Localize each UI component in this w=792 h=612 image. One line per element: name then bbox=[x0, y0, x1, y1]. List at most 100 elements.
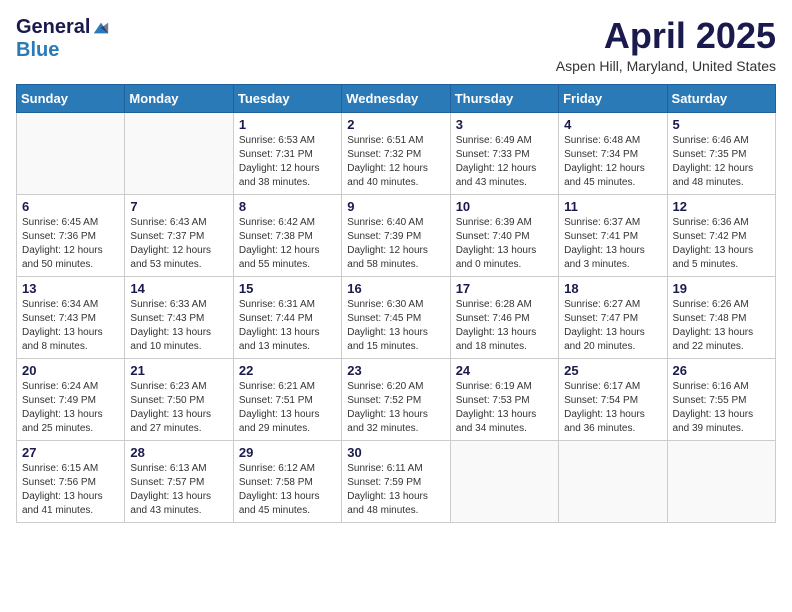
day-number: 9 bbox=[347, 199, 444, 214]
table-row: 7 Sunrise: 6:43 AM Sunset: 7:37 PM Daylig… bbox=[125, 194, 233, 276]
page-header: General Blue April 2025 Aspen Hill, Mary… bbox=[16, 16, 776, 74]
day-info: Sunrise: 6:45 AM Sunset: 7:36 PM Dayligh… bbox=[22, 216, 119, 272]
day-number: 26 bbox=[673, 363, 770, 378]
calendar-header-row: Sunday Monday Tuesday Wednesday Thursday… bbox=[17, 84, 776, 112]
header-tuesday: Tuesday bbox=[233, 84, 341, 112]
day-number: 30 bbox=[347, 445, 444, 460]
table-row: 27Sunrise: 6:15 AM Sunset: 7:56 PM Dayli… bbox=[17, 440, 125, 522]
table-row: 3 Sunrise: 6:49 AM Sunset: 7:33 PM Daylig… bbox=[450, 112, 558, 194]
day-number: 10 bbox=[456, 199, 553, 214]
day-number: 11 bbox=[564, 199, 661, 214]
day-info: Sunrise: 6:28 AM Sunset: 7:46 PM Dayligh… bbox=[456, 298, 553, 354]
day-number: 13 bbox=[22, 281, 119, 296]
calendar-week-row: 6Sunrise: 6:45 AM Sunset: 7:36 PM Daylig… bbox=[17, 194, 776, 276]
calendar-week-row: 13 Sunrise: 6:34 AM Sunset: 7:43 PM Dayli… bbox=[17, 276, 776, 358]
day-number: 24 bbox=[456, 363, 553, 378]
table-row: 6Sunrise: 6:45 AM Sunset: 7:36 PM Daylig… bbox=[17, 194, 125, 276]
table-row: 26 Sunrise: 6:16 AM Sunset: 7:55 PM Dayli… bbox=[667, 358, 775, 440]
table-row: 30 Sunrise: 6:11 AM Sunset: 7:59 PM Dayli… bbox=[342, 440, 450, 522]
logo-general-text: General bbox=[16, 16, 90, 39]
day-info: Sunrise: 6:48 AM Sunset: 7:34 PM Dayligh… bbox=[564, 134, 661, 190]
day-info: Sunrise: 6:51 AM Sunset: 7:32 PM Dayligh… bbox=[347, 134, 444, 190]
table-row: 23 Sunrise: 6:20 AM Sunset: 7:52 PM Dayli… bbox=[342, 358, 450, 440]
day-info: Sunrise: 6:49 AM Sunset: 7:33 PM Dayligh… bbox=[456, 134, 553, 190]
table-row: 10 Sunrise: 6:39 AM Sunset: 7:40 PM Dayli… bbox=[450, 194, 558, 276]
day-info: Sunrise: 6:16 AM Sunset: 7:55 PM Dayligh… bbox=[673, 380, 770, 436]
table-row bbox=[450, 440, 558, 522]
day-number: 20 bbox=[22, 363, 119, 378]
header-wednesday: Wednesday bbox=[342, 84, 450, 112]
header-saturday: Saturday bbox=[667, 84, 775, 112]
day-info: Sunrise: 6:40 AM Sunset: 7:39 PM Dayligh… bbox=[347, 216, 444, 272]
day-number: 4 bbox=[564, 117, 661, 132]
table-row: 9 Sunrise: 6:40 AM Sunset: 7:39 PM Daylig… bbox=[342, 194, 450, 276]
table-row: 28Sunrise: 6:13 AM Sunset: 7:57 PM Dayli… bbox=[125, 440, 233, 522]
day-info: Sunrise: 6:43 AM Sunset: 7:37 PM Dayligh… bbox=[130, 216, 227, 272]
month-title: April 2025 bbox=[556, 16, 776, 56]
day-info: Sunrise: 6:19 AM Sunset: 7:53 PM Dayligh… bbox=[456, 380, 553, 436]
calendar-week-row: 1Sunrise: 6:53 AM Sunset: 7:31 PM Daylig… bbox=[17, 112, 776, 194]
table-row: 13 Sunrise: 6:34 AM Sunset: 7:43 PM Dayli… bbox=[17, 276, 125, 358]
header-monday: Monday bbox=[125, 84, 233, 112]
table-row: 8 Sunrise: 6:42 AM Sunset: 7:38 PM Daylig… bbox=[233, 194, 341, 276]
table-row: 22 Sunrise: 6:21 AM Sunset: 7:51 PM Dayli… bbox=[233, 358, 341, 440]
day-number: 17 bbox=[456, 281, 553, 296]
day-number: 15 bbox=[239, 281, 336, 296]
table-row: 18 Sunrise: 6:27 AM Sunset: 7:47 PM Dayli… bbox=[559, 276, 667, 358]
day-info: Sunrise: 6:53 AM Sunset: 7:31 PM Dayligh… bbox=[239, 134, 336, 190]
day-number: 29 bbox=[239, 445, 336, 460]
table-row bbox=[667, 440, 775, 522]
day-info: Sunrise: 6:21 AM Sunset: 7:51 PM Dayligh… bbox=[239, 380, 336, 436]
table-row: 24 Sunrise: 6:19 AM Sunset: 7:53 PM Dayli… bbox=[450, 358, 558, 440]
day-info: Sunrise: 6:27 AM Sunset: 7:47 PM Dayligh… bbox=[564, 298, 661, 354]
table-row: 29Sunrise: 6:12 AM Sunset: 7:58 PM Dayli… bbox=[233, 440, 341, 522]
day-info: Sunrise: 6:46 AM Sunset: 7:35 PM Dayligh… bbox=[673, 134, 770, 190]
calendar-week-row: 20 Sunrise: 6:24 AM Sunset: 7:49 PM Dayli… bbox=[17, 358, 776, 440]
day-number: 23 bbox=[347, 363, 444, 378]
day-info: Sunrise: 6:31 AM Sunset: 7:44 PM Dayligh… bbox=[239, 298, 336, 354]
day-number: 22 bbox=[239, 363, 336, 378]
day-info: Sunrise: 6:15 AM Sunset: 7:56 PM Dayligh… bbox=[22, 462, 119, 518]
table-row: 12 Sunrise: 6:36 AM Sunset: 7:42 PM Dayli… bbox=[667, 194, 775, 276]
table-row: 14 Sunrise: 6:33 AM Sunset: 7:43 PM Dayli… bbox=[125, 276, 233, 358]
location-subtitle: Aspen Hill, Maryland, United States bbox=[556, 58, 776, 74]
day-number: 19 bbox=[673, 281, 770, 296]
table-row: 17 Sunrise: 6:28 AM Sunset: 7:46 PM Dayli… bbox=[450, 276, 558, 358]
day-info: Sunrise: 6:11 AM Sunset: 7:59 PM Dayligh… bbox=[347, 462, 444, 518]
day-info: Sunrise: 6:20 AM Sunset: 7:52 PM Dayligh… bbox=[347, 380, 444, 436]
day-info: Sunrise: 6:39 AM Sunset: 7:40 PM Dayligh… bbox=[456, 216, 553, 272]
logo-blue-text: Blue bbox=[16, 39, 59, 62]
day-info: Sunrise: 6:36 AM Sunset: 7:42 PM Dayligh… bbox=[673, 216, 770, 272]
day-number: 8 bbox=[239, 199, 336, 214]
day-number: 28 bbox=[130, 445, 227, 460]
table-row: 4 Sunrise: 6:48 AM Sunset: 7:34 PM Daylig… bbox=[559, 112, 667, 194]
day-info: Sunrise: 6:17 AM Sunset: 7:54 PM Dayligh… bbox=[564, 380, 661, 436]
day-number: 14 bbox=[130, 281, 227, 296]
day-info: Sunrise: 6:34 AM Sunset: 7:43 PM Dayligh… bbox=[22, 298, 119, 354]
day-number: 3 bbox=[456, 117, 553, 132]
day-info: Sunrise: 6:30 AM Sunset: 7:45 PM Dayligh… bbox=[347, 298, 444, 354]
day-number: 21 bbox=[130, 363, 227, 378]
calendar-table: Sunday Monday Tuesday Wednesday Thursday… bbox=[16, 84, 776, 523]
day-info: Sunrise: 6:33 AM Sunset: 7:43 PM Dayligh… bbox=[130, 298, 227, 354]
table-row: 20 Sunrise: 6:24 AM Sunset: 7:49 PM Dayli… bbox=[17, 358, 125, 440]
table-row: 1Sunrise: 6:53 AM Sunset: 7:31 PM Daylig… bbox=[233, 112, 341, 194]
day-number: 5 bbox=[673, 117, 770, 132]
logo: General Blue bbox=[16, 16, 110, 62]
table-row: 19Sunrise: 6:26 AM Sunset: 7:48 PM Dayli… bbox=[667, 276, 775, 358]
day-number: 12 bbox=[673, 199, 770, 214]
title-area: April 2025 Aspen Hill, Maryland, United … bbox=[556, 16, 776, 74]
day-number: 16 bbox=[347, 281, 444, 296]
table-row: 15 Sunrise: 6:31 AM Sunset: 7:44 PM Dayli… bbox=[233, 276, 341, 358]
day-info: Sunrise: 6:42 AM Sunset: 7:38 PM Dayligh… bbox=[239, 216, 336, 272]
table-row: 25Sunrise: 6:17 AM Sunset: 7:54 PM Dayli… bbox=[559, 358, 667, 440]
day-number: 7 bbox=[130, 199, 227, 214]
table-row bbox=[17, 112, 125, 194]
table-row: 21Sunrise: 6:23 AM Sunset: 7:50 PM Dayli… bbox=[125, 358, 233, 440]
header-sunday: Sunday bbox=[17, 84, 125, 112]
table-row bbox=[559, 440, 667, 522]
day-info: Sunrise: 6:24 AM Sunset: 7:49 PM Dayligh… bbox=[22, 380, 119, 436]
table-row: 11Sunrise: 6:37 AM Sunset: 7:41 PM Dayli… bbox=[559, 194, 667, 276]
table-row: 16 Sunrise: 6:30 AM Sunset: 7:45 PM Dayli… bbox=[342, 276, 450, 358]
day-number: 18 bbox=[564, 281, 661, 296]
